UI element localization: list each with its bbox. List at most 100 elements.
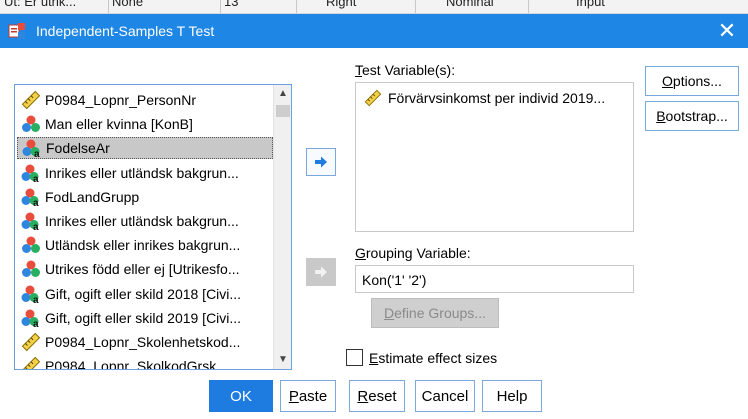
grouping-variable-field[interactable]: Kon('1' '2') <box>355 265 634 293</box>
bg-separator <box>108 0 109 13</box>
source-variable-label: Utländsk eller inrikes bakgrun... <box>45 237 241 254</box>
bg-separator <box>296 0 297 13</box>
bg-separator <box>415 0 416 13</box>
source-variable-label: FodelseAr <box>46 140 110 157</box>
accelerator-key: D <box>384 305 395 321</box>
source-variable-item[interactable]: Man eller kvinna [KonB] <box>17 113 273 135</box>
svg-text:a: a <box>34 149 40 158</box>
estimate-effect-sizes-checkbox[interactable] <box>346 349 363 366</box>
ok-button[interactable]: OK <box>209 380 273 412</box>
accelerator-key: R <box>357 387 369 405</box>
move-to-grouping-variable-button[interactable] <box>306 258 336 286</box>
accelerator-key: P <box>288 387 299 405</box>
arrow-right-icon <box>315 266 327 278</box>
button-text: ootstrap... <box>665 108 728 124</box>
test-variables-list[interactable]: Förvärvsinkomst per individ 2019... <box>355 82 634 232</box>
source-variable-item[interactable]: Utländsk eller inrikes bakgrun... <box>17 234 273 256</box>
bootstrap-button[interactable]: Bootstrap... <box>645 101 739 131</box>
source-variable-label: P0984_Lopnr_SkolkodGrsk... <box>45 358 228 370</box>
title-bar: Independent-Samples T Test ✕ <box>0 14 748 48</box>
source-variable-item[interactable]: Utrikes född eller ej [Utrikesfo... <box>17 258 273 280</box>
svg-text:a: a <box>33 295 39 304</box>
svg-text:a: a <box>33 319 39 328</box>
source-variable-item[interactable]: P0984_Lopnr_Skolenhetskod... <box>17 331 273 353</box>
source-variable-label: Gift, ogift eller skild 2019 [Civi... <box>45 309 242 326</box>
bg-cell-columns: 13 <box>224 0 239 9</box>
accelerator-key: B <box>656 108 666 124</box>
source-variable-label: P0984_Lopnr_PersonNr <box>45 92 196 108</box>
scrollbar-thumb[interactable] <box>276 105 290 117</box>
label-text: stimate effect sizes <box>378 349 498 366</box>
scroll-down-icon[interactable]: ▼ <box>274 351 291 369</box>
vertical-scrollbar[interactable]: ▲ ▼ <box>273 85 291 369</box>
options-button[interactable]: Options... <box>645 66 739 96</box>
label-text: rouping Variable: <box>365 245 471 261</box>
scroll-up-icon[interactable]: ▲ <box>274 85 291 103</box>
source-variable-label: P0984_Lopnr_Skolenhetskod... <box>45 334 241 350</box>
ruler-scale-icon <box>21 332 41 352</box>
bg-separator <box>220 0 221 13</box>
bg-cell-missing: None <box>112 0 144 9</box>
source-variable-label: Inrikes eller utländsk bakgrun... <box>45 213 239 229</box>
nominal-string-icon: a <box>21 212 39 231</box>
nominal-string-icon: a <box>21 285 39 304</box>
source-variable-item[interactable]: a Inrikes eller utländsk bakgrun... <box>17 210 273 232</box>
nominal-string-icon: a <box>22 139 40 158</box>
bg-cell-role: Input <box>576 0 605 9</box>
bg-separator <box>528 0 529 13</box>
source-variable-item[interactable]: a FodelseAr <box>17 137 273 160</box>
accelerator-key: T <box>355 62 362 78</box>
accelerator-key: E <box>369 349 379 366</box>
test-variable-item[interactable]: Förvärvsinkomst per individ 2019... <box>364 89 605 107</box>
grouping-variable-label: Grouping Variable: <box>355 245 471 261</box>
ruler-scale-icon <box>21 356 41 369</box>
source-variable-item[interactable]: a FodLandGrupp <box>17 186 273 208</box>
button-text: aste <box>298 387 328 405</box>
move-to-test-variables-button[interactable] <box>306 148 336 176</box>
nominal-string-icon: a <box>21 309 39 328</box>
nominal-circles-icon <box>22 115 40 133</box>
cancel-button[interactable]: Cancel <box>415 380 475 412</box>
ruler-scale-icon <box>364 89 382 107</box>
close-icon[interactable]: ✕ <box>714 18 740 44</box>
bg-cell-align: Right <box>326 0 357 9</box>
reset-button[interactable]: Reset <box>349 380 405 412</box>
estimate-effect-sizes-label: Estimate effect sizes <box>369 350 497 366</box>
nominal-string-icon: a <box>21 164 39 183</box>
test-variables-label: Test Variable(s): <box>355 62 455 78</box>
test-variable-label: Förvärvsinkomst per individ 2019... <box>388 90 606 106</box>
paste-button[interactable]: Paste <box>280 380 336 412</box>
estimate-effect-sizes-row[interactable]: Estimate effect sizes <box>346 349 497 366</box>
source-variable-item[interactable]: a Gift, ogift eller skild 2019 [Civi... <box>17 307 273 329</box>
svg-text:a: a <box>33 174 39 183</box>
arrow-right-icon <box>315 156 327 168</box>
nominal-circles-icon <box>22 260 40 278</box>
help-button[interactable]: Help <box>482 380 542 412</box>
source-variable-item[interactable]: a Inrikes eller utländsk bakgrun... <box>17 162 273 184</box>
background-data-view-strip: Ut: Er utrik... None 13 Right Nominal In… <box>0 0 748 14</box>
svg-text:a: a <box>33 198 39 207</box>
bg-cell-label: Ut: Er utrik... <box>4 0 77 9</box>
define-groups-button[interactable]: Define Groups... <box>371 298 499 328</box>
bg-cell-measure: Nominal <box>446 0 494 9</box>
source-variable-label: FodLandGrupp <box>45 188 140 205</box>
label-text: est Variable(s): <box>362 62 456 78</box>
button-text: ptions... <box>672 73 722 89</box>
source-variable-item[interactable]: P0984_Lopnr_PersonNr <box>17 89 273 111</box>
svg-text:a: a <box>33 222 39 231</box>
t-test-dialog-icon <box>8 23 25 39</box>
ruler-scale-icon <box>21 90 41 110</box>
source-variable-label: Inrikes eller utländsk bakgrun... <box>45 164 239 181</box>
source-variable-label: Gift, ogift eller skild 2018 [Civi... <box>45 285 242 302</box>
accelerator-key: G <box>355 245 366 261</box>
source-variable-item[interactable]: P0984_Lopnr_SkolkodGrsk... <box>17 355 273 370</box>
source-variable-list[interactable]: P0984_Lopnr_PersonNr Man eller kvinna [Ko… <box>14 84 292 370</box>
accelerator-key: O <box>662 73 673 89</box>
nominal-circles-icon <box>22 236 40 254</box>
button-text: efine Groups... <box>394 305 486 321</box>
source-variable-label: Utrikes född eller ej [Utrikesfo... <box>45 261 240 278</box>
dialog-body: P0984_Lopnr_PersonNr Man eller kvinna [Ko… <box>0 48 748 419</box>
source-variable-item[interactable]: a Gift, ogift eller skild 2018 [Civi... <box>17 283 273 305</box>
button-text: eset <box>368 387 397 405</box>
source-variable-label: Man eller kvinna [KonB] <box>45 116 193 133</box>
